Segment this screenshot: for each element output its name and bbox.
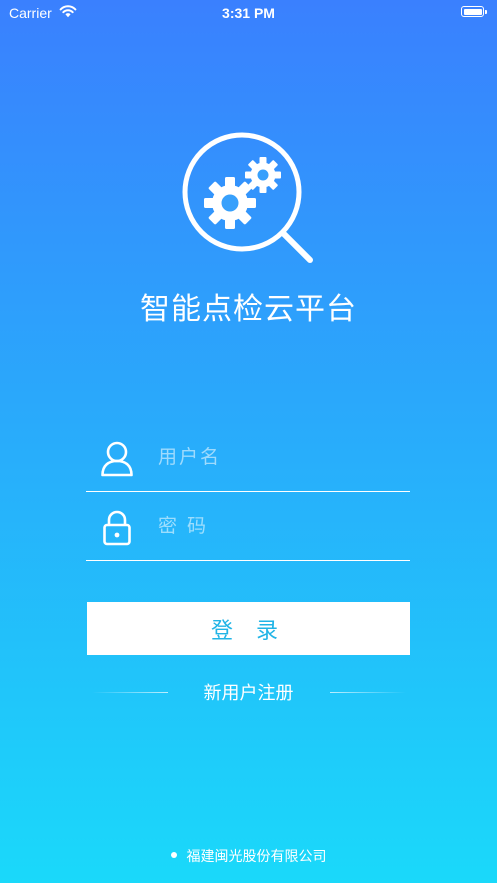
user-icon [101, 441, 133, 477]
password-field[interactable] [86, 501, 410, 561]
app-title: 智能点检云平台 [140, 292, 357, 327]
gear-magnifier-icon [182, 132, 313, 263]
register-row: 新用户注册 [0, 678, 497, 706]
status-bar: Carrier 3:31 PM [0, 0, 497, 26]
password-input[interactable] [158, 511, 398, 541]
divider-right [330, 692, 406, 693]
company-name: 福建闽光股份有限公司 [186, 849, 327, 865]
battery-icon [461, 6, 487, 17]
footer-bullet-icon [170, 852, 177, 858]
lock-icon [103, 510, 131, 546]
status-time: 3:31 PM [222, 5, 275, 21]
username-input[interactable] [158, 442, 398, 472]
footer: 福建闽光股份有限公司 [0, 846, 497, 866]
register-link[interactable]: 新用户注册 [0, 679, 497, 705]
username-field[interactable] [86, 432, 410, 492]
login-button[interactable]: 登 录 [87, 602, 410, 655]
